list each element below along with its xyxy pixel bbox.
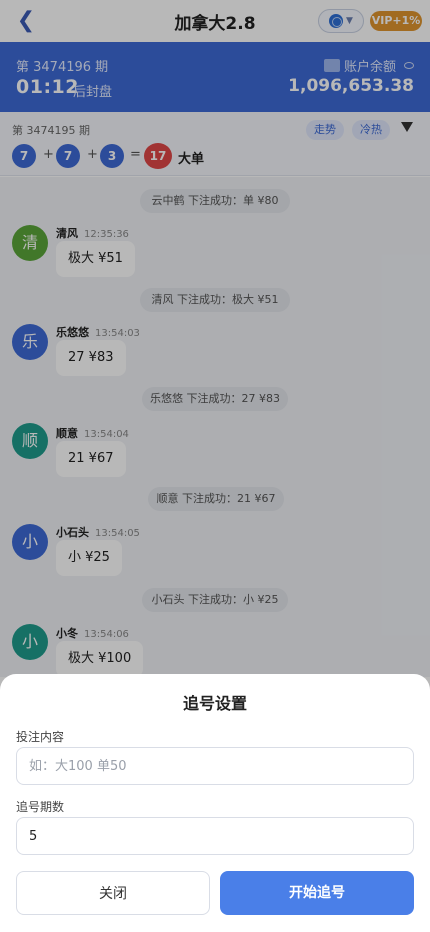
chase-settings-sheet: 追号设置 投注内容 追号期数 关闭 开始追号 (0, 674, 430, 932)
close-button[interactable]: 关闭 (16, 871, 210, 915)
sheet-title: 追号设置 (182, 694, 247, 713)
start-chase-button[interactable]: 开始追号 (220, 871, 414, 915)
chase-periods-input[interactable] (16, 817, 414, 855)
chase-periods-label: 追号期数 (16, 800, 65, 814)
bet-content-label: 投注内容 (16, 730, 65, 744)
bet-content-input[interactable] (16, 747, 414, 785)
